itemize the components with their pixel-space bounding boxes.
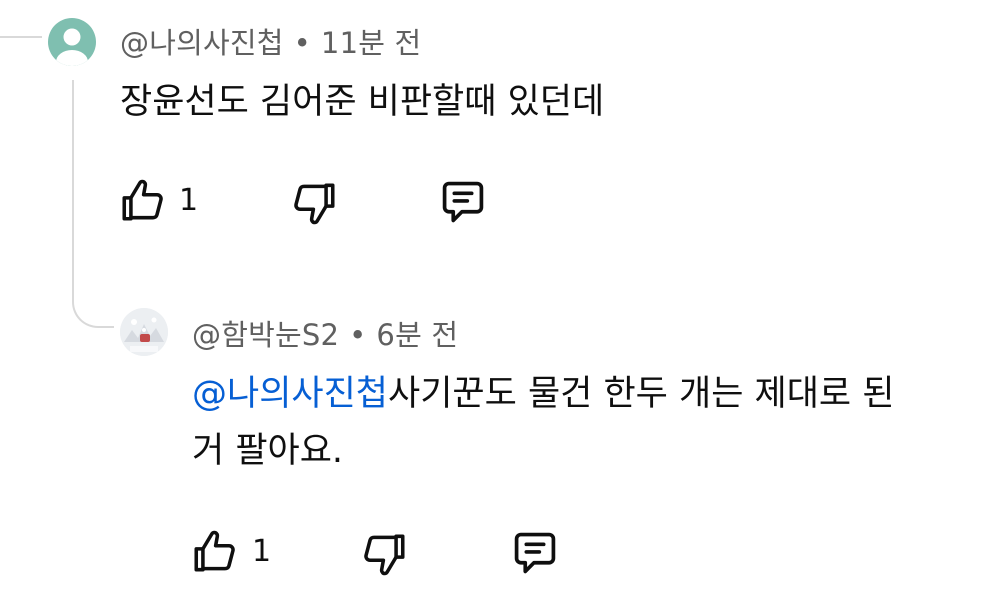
like-button[interactable]	[118, 176, 170, 228]
author-name[interactable]: @나의사진첩	[120, 26, 284, 60]
like-count: 1	[179, 183, 199, 218]
reply-avatar[interactable]	[120, 308, 168, 356]
timestamp[interactable]: 11분 전	[321, 26, 421, 60]
reply-reply-button[interactable]	[508, 527, 562, 579]
reply-timestamp[interactable]: 6분 전	[376, 318, 458, 352]
reply-dislike-button[interactable]	[359, 529, 411, 581]
reply-text: @나의사진첩사기꾼도 물건 한두 개는 제대로 된 거 팔아요.	[192, 366, 894, 480]
meta-separator: •	[349, 318, 367, 352]
thumbs-up-icon	[122, 179, 163, 221]
dislike-button[interactable]	[289, 178, 341, 230]
mention-link[interactable]: @나의사진첩	[192, 374, 388, 414]
reply-icon	[442, 181, 484, 223]
reply-line-2: 거 팔아요.	[192, 423, 894, 480]
reply-button[interactable]	[436, 176, 490, 228]
reply-like-count: 1	[252, 534, 272, 569]
avatar[interactable]	[48, 18, 96, 66]
thread-line-reply	[72, 80, 114, 328]
thread-line-top	[0, 0, 42, 38]
reply-author-name[interactable]: @함박눈S2	[192, 318, 339, 352]
reply-like-button[interactable]	[190, 527, 242, 579]
reply-body-1: 사기꾼도 물건 한두 개는 제대로 된	[388, 374, 895, 414]
default-avatar-icon	[56, 28, 88, 66]
comment-text: 장윤선도 김어준 비판할때 있던데	[120, 74, 604, 131]
reply-meta: @함박눈S2 • 6분 전	[192, 312, 458, 354]
comment-body: 장윤선도 김어준 비판할때 있던데	[120, 82, 605, 122]
reply-body-2: 거 팔아요.	[192, 431, 344, 471]
thumbs-down-icon	[294, 183, 335, 225]
meta-separator: •	[293, 26, 311, 60]
reply-avatar-image	[120, 308, 168, 356]
reply-icon	[514, 532, 556, 574]
reply-line-1: @나의사진첩사기꾼도 물건 한두 개는 제대로 된	[192, 366, 894, 423]
comment-meta: @나의사진첩 • 11분 전	[120, 20, 421, 62]
thumbs-up-icon	[194, 530, 235, 572]
thumbs-down-icon	[364, 534, 405, 576]
